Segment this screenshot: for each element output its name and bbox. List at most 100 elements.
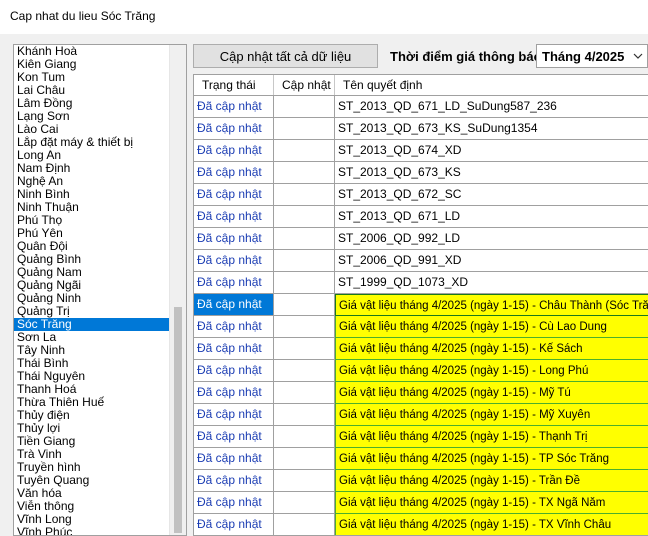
province-item[interactable]: Thừa Thiên Huế	[14, 396, 170, 409]
province-item[interactable]: Quảng Ngãi	[14, 279, 170, 292]
grid-header: Trạng thái Cập nhật Tên quyết định	[194, 75, 648, 96]
update-cell[interactable]	[274, 360, 335, 382]
update-cell[interactable]	[274, 206, 335, 228]
update-cell[interactable]	[274, 492, 335, 514]
province-item[interactable]: Quảng Ninh	[14, 292, 170, 305]
decision-name-cell: Giá vật liệu tháng 4/2025 (ngày 1-15) - …	[335, 470, 648, 492]
table-row[interactable]: Đã cập nhật Giá vật liệu tháng 4/2025 (ng…	[194, 404, 648, 426]
table-row[interactable]: Đã cập nhật ST_2013_QD_672_SC	[194, 184, 648, 206]
table-row[interactable]: Đã cập nhật Giá vật liệu tháng 4/2025 (ng…	[194, 492, 648, 514]
table-row[interactable]: Đã cập nhật Giá vật liệu tháng 4/2025 (ng…	[194, 360, 648, 382]
update-cell[interactable]	[274, 404, 335, 426]
province-item[interactable]: Lào Cai	[14, 123, 170, 136]
update-cell[interactable]	[274, 338, 335, 360]
update-cell[interactable]	[274, 250, 335, 272]
update-cell[interactable]	[274, 426, 335, 448]
province-item[interactable]: Ninh Thuận	[14, 201, 170, 214]
table-row[interactable]: Đã cập nhật Giá vật liệu tháng 4/2025 (ng…	[194, 514, 648, 535]
table-row[interactable]: Đã cập nhật ST_2013_QD_674_XD	[194, 140, 648, 162]
update-cell[interactable]	[274, 118, 335, 140]
province-item[interactable]: Ninh Bình	[14, 188, 170, 201]
decision-name-text: ST_2013_QD_671_LD_SuDung587_236	[338, 99, 557, 113]
province-item[interactable]: Thanh Hoá	[14, 383, 170, 396]
province-item[interactable]: Sóc Trăng	[14, 318, 170, 331]
province-item[interactable]: Viễn thông	[14, 500, 170, 513]
update-cell[interactable]	[274, 448, 335, 470]
decision-name-cell: ST_2013_QD_673_KS	[335, 162, 648, 184]
decision-name-cell: Giá vật liệu tháng 4/2025 (ngày 1-15) - …	[335, 316, 648, 338]
window-title: Cap nhat du lieu Sóc Trăng	[10, 9, 156, 23]
update-cell[interactable]	[274, 140, 335, 162]
status-cell: Đã cập nhật	[194, 404, 274, 426]
table-row[interactable]: Đã cập nhật ST_2013_QD_673_KS_SuDung1354	[194, 118, 648, 140]
table-row[interactable]: Đã cập nhật ST_2013_QD_673_KS	[194, 162, 648, 184]
decision-name-text: Giá vật liệu tháng 4/2025 (ngày 1-15) - …	[339, 300, 648, 312]
province-item[interactable]: Thái Nguyên	[14, 370, 170, 383]
province-item[interactable]: Thủy lợi	[14, 422, 170, 435]
decision-name-text: ST_2006_QD_991_XD	[338, 253, 462, 267]
province-item[interactable]: Phú Thọ	[14, 214, 170, 227]
status-cell: Đã cập nhật	[194, 448, 274, 470]
province-item[interactable]: Văn hóa	[14, 487, 170, 500]
update-all-button[interactable]: Cập nhật tất cả dữ liệu	[193, 44, 378, 68]
column-header-decision-name[interactable]: Tên quyết định	[335, 75, 648, 95]
province-item[interactable]: Nghệ An	[14, 175, 170, 188]
province-item[interactable]: Kiên Giang	[14, 58, 170, 71]
table-row[interactable]: Đã cập nhật Giá vật liệu tháng 4/2025 (ng…	[194, 448, 648, 470]
table-row[interactable]: Đã cập nhật ST_2006_QD_992_LD	[194, 228, 648, 250]
province-item[interactable]: Quảng Nam	[14, 266, 170, 279]
update-cell[interactable]	[274, 228, 335, 250]
status-cell: Đã cập nhật	[194, 338, 274, 360]
update-cell[interactable]	[274, 316, 335, 338]
province-item[interactable]: Trà Vinh	[14, 448, 170, 461]
decision-name-text: ST_2013_QD_671_LD	[338, 209, 461, 223]
update-cell[interactable]	[274, 294, 335, 316]
update-cell[interactable]	[274, 470, 335, 492]
table-row[interactable]: Đã cập nhật ST_1999_QD_1073_XD	[194, 272, 648, 294]
province-item[interactable]: Kon Tum	[14, 71, 170, 84]
table-row[interactable]: Đã cập nhật ST_2006_QD_991_XD	[194, 250, 648, 272]
province-item[interactable]: Long An	[14, 149, 170, 162]
table-row[interactable]: Đã cập nhật Giá vật liệu tháng 4/2025 (ng…	[194, 294, 648, 316]
table-row[interactable]: Đã cập nhật ST_2013_QD_671_LD_SuDung587_2…	[194, 96, 648, 118]
province-item[interactable]: Tây Ninh	[14, 344, 170, 357]
table-row[interactable]: Đã cập nhật Giá vật liệu tháng 4/2025 (ng…	[194, 470, 648, 492]
table-row[interactable]: Đã cập nhật Giá vật liệu tháng 4/2025 (ng…	[194, 382, 648, 404]
column-header-update[interactable]: Cập nhật	[274, 75, 335, 95]
update-cell[interactable]	[274, 184, 335, 206]
table-row[interactable]: Đã cập nhật Giá vật liệu tháng 4/2025 (ng…	[194, 338, 648, 360]
province-list[interactable]: Khánh Hoà Kiên Giang Kon Tum Lai Châu Lâm Đồ…	[13, 44, 187, 536]
province-item[interactable]: Vĩnh Long	[14, 513, 170, 526]
month-select[interactable]: Tháng 4/2025	[536, 44, 648, 68]
update-cell[interactable]	[274, 272, 335, 294]
column-header-status[interactable]: Trạng thái	[194, 75, 274, 95]
province-item[interactable]: Quảng Bình	[14, 253, 170, 266]
province-item[interactable]: Khánh Hoà	[14, 45, 170, 58]
province-item[interactable]: Thủy điện	[14, 409, 170, 422]
scrollbar-thumb[interactable]	[174, 307, 182, 533]
province-list-scrollbar[interactable]	[169, 45, 186, 535]
table-row[interactable]: Đã cập nhật Giá vật liệu tháng 4/2025 (ng…	[194, 426, 648, 448]
update-cell[interactable]	[274, 382, 335, 404]
province-item[interactable]: Thái Bình	[14, 357, 170, 370]
province-item[interactable]: Tuyên Quang	[14, 474, 170, 487]
province-item[interactable]: Phú Yên	[14, 227, 170, 240]
province-item[interactable]: Lai Châu	[14, 84, 170, 97]
province-item[interactable]: Quảng Trị	[14, 305, 170, 318]
province-item[interactable]: Quân Đội	[14, 240, 170, 253]
decision-grid[interactable]: Trạng thái Cập nhật Tên quyết định Đã cậ…	[193, 74, 648, 536]
province-item[interactable]: Lạng Sơn	[14, 110, 170, 123]
province-item[interactable]: Tiền Giang	[14, 435, 170, 448]
table-row[interactable]: Đã cập nhật ST_2013_QD_671_LD	[194, 206, 648, 228]
province-item[interactable]: Vĩnh Phúc	[14, 526, 170, 535]
province-item[interactable]: Lắp đặt máy & thiết bị	[14, 136, 170, 149]
update-cell[interactable]	[274, 96, 335, 118]
province-item[interactable]: Sơn La	[14, 331, 170, 344]
status-cell: Đã cập nhật	[194, 316, 274, 338]
update-cell[interactable]	[274, 162, 335, 184]
province-item[interactable]: Truyền hình	[14, 461, 170, 474]
province-item[interactable]: Nam Định	[14, 162, 170, 175]
table-row[interactable]: Đã cập nhật Giá vật liệu tháng 4/2025 (ng…	[194, 316, 648, 338]
update-cell[interactable]	[274, 514, 335, 535]
province-item[interactable]: Lâm Đồng	[14, 97, 170, 110]
